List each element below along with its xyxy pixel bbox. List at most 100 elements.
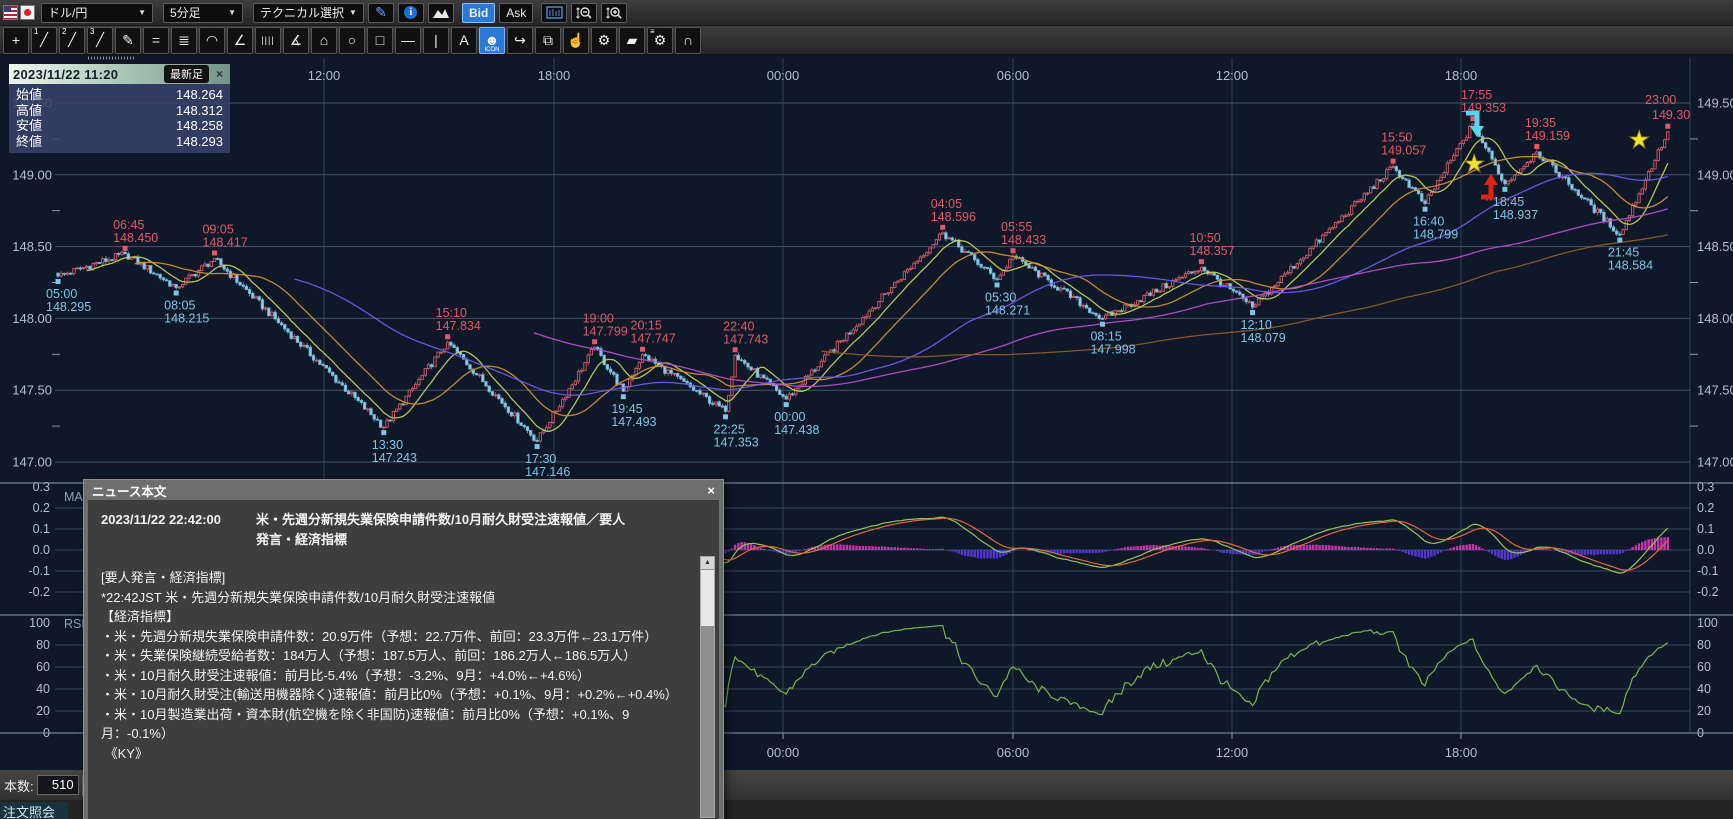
svg-text:00:00: 00:00 xyxy=(767,68,800,83)
news-body-line: [要人発言・経済指標] xyxy=(101,568,689,588)
scroll-up-icon[interactable]: ▲ xyxy=(701,557,714,569)
tool-badge: 2 xyxy=(62,28,66,36)
vertical-line-tool-button[interactable]: | xyxy=(423,27,449,54)
ellipse-tool-button[interactable]: ○ xyxy=(339,27,365,54)
timeframe-select[interactable]: 5分足 ▼ xyxy=(163,3,243,23)
text-tool-tool-button[interactable]: A xyxy=(451,27,477,54)
wrench-tool-button[interactable]: ⚙ xyxy=(591,27,617,54)
crosshair-tool-button[interactable]: + xyxy=(3,27,29,54)
swing-label: 147.743 xyxy=(723,332,768,346)
swing-label: 19:00 xyxy=(583,311,614,325)
swing-label: 149.30 xyxy=(1652,108,1690,122)
svg-text:18:00: 18:00 xyxy=(1445,68,1478,83)
swing-label: 148.450 xyxy=(113,231,158,245)
vertical-zoom-in-icon xyxy=(605,6,623,20)
vertical-zoom-out-icon xyxy=(575,6,593,20)
vertical-zoom-in-button[interactable] xyxy=(601,3,627,23)
scrollbar-thumb[interactable] xyxy=(701,570,714,626)
fibo-arc-tool-button[interactable]: ◠ xyxy=(199,27,225,54)
pair-select[interactable]: ドル/円 ▼ xyxy=(41,3,153,23)
svg-text:149.00: 149.00 xyxy=(1697,167,1733,182)
main-toolbar: ドル/円 ▼ 5分足 ▼ テクニカル選択 ▼ ✎ i Bid Ask xyxy=(0,0,1733,26)
news-body-line: ・米・10月耐久財受注(輸送用機器除く)速報値：前月比0%（予想：+0.1%、9… xyxy=(101,685,689,705)
history-shift-tool-button[interactable]: ↪ xyxy=(507,27,533,54)
bid-button[interactable]: Bid xyxy=(462,3,495,23)
fibo-timezones-icon: |||| xyxy=(261,35,274,45)
news-popup-titlebar[interactable]: ニュース本文 × xyxy=(84,480,723,500)
pencil-draw-tool-button[interactable]: ✎ xyxy=(115,27,141,54)
indicator-settings-tool-button[interactable]: ⚙≡ xyxy=(647,27,673,54)
chart-style-button[interactable] xyxy=(541,3,567,23)
tool-badge: 3 xyxy=(90,28,94,36)
svg-text:0.3: 0.3 xyxy=(1697,480,1714,494)
svg-text:60: 60 xyxy=(1697,660,1711,674)
fibo-fan-tool-button[interactable]: ∠ xyxy=(227,27,253,54)
latest-candle-badge[interactable]: 最新足 xyxy=(164,65,209,83)
pan-hand-icon: ☝ xyxy=(567,32,584,49)
tool-badge: ≡ xyxy=(650,28,655,36)
pan-hand-tool-button[interactable]: ☝ xyxy=(563,27,589,54)
ohlc-value: 148.293 xyxy=(176,134,223,150)
gann-fan-icon: ∡ xyxy=(290,32,303,49)
ohlc-header[interactable]: 2023/11/22 11:20 最新足 × xyxy=(9,64,230,84)
parallel-lines-tool-button[interactable]: = xyxy=(143,27,169,54)
pentagon-icon: ⌂ xyxy=(320,32,328,48)
vertical-zoom-out-button[interactable] xyxy=(571,3,597,23)
swing-label: 20:15 xyxy=(631,319,662,333)
news-body-line: ・米・失業保険継続受給者数：184万人（予想：187.5万人、前回：186.2万… xyxy=(101,646,689,666)
svg-text:20: 20 xyxy=(1697,704,1711,718)
fibo-retracement-tool-button[interactable]: ≣ xyxy=(171,27,197,54)
mountain-chart-button[interactable] xyxy=(428,3,454,23)
swing-label: 09:05 xyxy=(203,223,234,237)
ohlc-values: 始値148.264高値148.312安値148.258終値148.293 xyxy=(9,84,230,153)
close-icon[interactable]: × xyxy=(707,483,715,498)
news-scrollbar[interactable]: ▲ xyxy=(700,556,715,818)
pair-select-value: ドル/円 xyxy=(48,4,87,21)
rectangle-tool-button[interactable]: □ xyxy=(367,27,393,54)
magnet-tool-button[interactable]: ∩ xyxy=(675,27,701,54)
svg-text:0.3: 0.3 xyxy=(33,480,50,494)
technical-select-button[interactable]: テクニカル選択 ▼ xyxy=(253,3,364,23)
swing-label: 147.146 xyxy=(525,465,570,479)
horizontal-line-tool-button[interactable]: — xyxy=(395,27,421,54)
bar-count-input[interactable]: 510 xyxy=(37,775,79,795)
icon-stamp-tool-button[interactable]: ☻ICON xyxy=(479,27,505,54)
swing-label: 148.357 xyxy=(1189,244,1234,258)
swing-label: 00:00 xyxy=(774,410,805,424)
swing-label: 19:35 xyxy=(1525,116,1556,130)
info-button[interactable]: i xyxy=(398,3,424,23)
swing-label: 18:45 xyxy=(1493,195,1524,209)
ask-button[interactable]: Ask xyxy=(499,3,533,23)
pentagon-tool-button[interactable]: ⌂ xyxy=(311,27,337,54)
copy-tool-button[interactable]: ⧉ xyxy=(535,27,561,54)
svg-text:80: 80 xyxy=(1697,638,1711,652)
fibo-timezones-tool-button[interactable]: |||| xyxy=(255,27,281,54)
trendline-3-tool-button[interactable]: ╱3 xyxy=(87,27,113,54)
swing-label: 147.438 xyxy=(774,423,819,437)
svg-text:12:00: 12:00 xyxy=(1216,68,1249,83)
history-shift-icon: ↪ xyxy=(514,32,526,49)
swing-label: 148.079 xyxy=(1241,331,1286,345)
swing-label: 147.493 xyxy=(611,415,656,429)
trendline-1-tool-button[interactable]: ╱1 xyxy=(31,27,57,54)
close-icon[interactable]: × xyxy=(213,67,226,81)
ohlc-info-panel: 2023/11/22 11:20 最新足 × 始値148.264高値148.31… xyxy=(9,64,230,153)
gann-fan-tool-button[interactable]: ∡ xyxy=(283,27,309,54)
swing-label: 15:10 xyxy=(436,306,467,320)
swing-label: 05:00 xyxy=(46,287,77,301)
swing-label: 148.433 xyxy=(1001,233,1046,247)
news-datetime: 2023/11/22 22:42:00 xyxy=(101,510,256,549)
svg-text:18:00: 18:00 xyxy=(538,68,571,83)
pair-flags xyxy=(3,5,35,20)
trendline-2-tool-button[interactable]: ╱2 xyxy=(59,27,85,54)
swing-annotations: 05:00148.29506:45148.45008:05148.21509:0… xyxy=(46,88,1690,479)
indicator-settings-icon: ⚙ xyxy=(654,32,667,49)
up-arrow-icon xyxy=(1481,184,1491,197)
swing-label: 06:45 xyxy=(113,218,144,232)
swing-label: 147.353 xyxy=(714,435,759,449)
draw-pencil-button[interactable]: ✎ xyxy=(368,3,394,23)
order-inquiry-tab[interactable]: 注文照会 xyxy=(0,802,68,819)
news-popup-title: ニュース本文 xyxy=(92,481,166,500)
swing-label: 16:40 xyxy=(1413,215,1444,229)
eraser-tool-button[interactable]: ▰ xyxy=(619,27,645,54)
